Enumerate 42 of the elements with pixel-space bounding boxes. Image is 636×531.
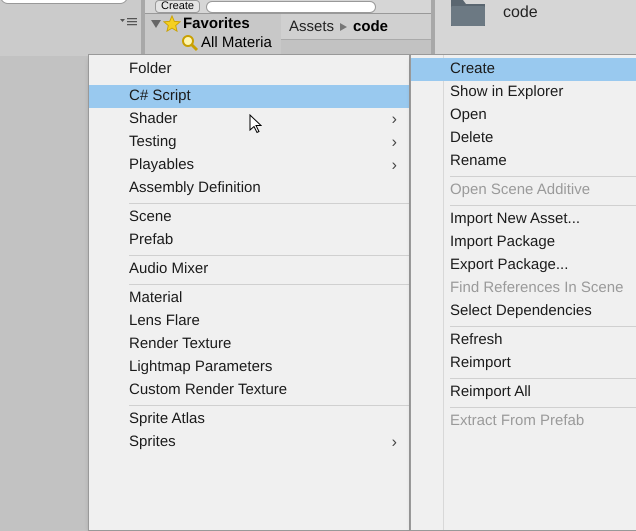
menu-item[interactable]: Folder: [89, 58, 409, 81]
star-icon: [163, 14, 181, 32]
menu-item[interactable]: Testing ›: [89, 131, 409, 154]
create-button[interactable]: Create: [155, 0, 200, 13]
menu-item[interactable]: Scene: [89, 206, 409, 229]
menu-item[interactable]: Export Package...: [411, 254, 636, 277]
menu-item[interactable]: Reimport: [411, 352, 636, 375]
breadcrumb-item[interactable]: Assets: [289, 16, 334, 38]
menu-dropdown-icon[interactable]: [120, 16, 138, 26]
menu-item[interactable]: Create: [411, 58, 636, 81]
menu-item[interactable]: Sprites ›: [89, 431, 409, 454]
menu-item[interactable]: Rename: [411, 150, 636, 173]
menu-item[interactable]: Render Texture: [89, 333, 409, 356]
menu-item[interactable]: Delete: [411, 127, 636, 150]
breadcrumb-item[interactable]: code: [353, 16, 388, 38]
menu-item[interactable]: Select Dependencies: [411, 300, 636, 323]
menu-item[interactable]: Shader ›: [89, 108, 409, 131]
menu-item[interactable]: Prefab: [89, 229, 409, 252]
menu-item[interactable]: Import Package: [411, 231, 636, 254]
expand-triangle-icon[interactable]: [151, 18, 161, 28]
menu-item[interactable]: Lightmap Parameters: [89, 356, 409, 379]
tree-item[interactable]: All Materia: [201, 34, 272, 51]
menu-item[interactable]: Audio Mixer: [89, 258, 409, 281]
menu-item[interactable]: Open: [411, 104, 636, 127]
folder-icon[interactable]: [449, 0, 487, 28]
folder-label: code: [503, 3, 538, 23]
menu-item[interactable]: Assembly Definition: [89, 177, 409, 200]
search-field[interactable]: [206, 0, 376, 12]
menu-item[interactable]: C# Script: [89, 85, 409, 108]
menu-item[interactable]: Material: [89, 287, 409, 310]
menu-item[interactable]: Import New Asset...: [411, 208, 636, 231]
menu-item[interactable]: Custom Render Texture: [89, 379, 409, 402]
menu-item[interactable]: Playables ›: [89, 154, 409, 177]
menu-item[interactable]: Refresh: [411, 329, 636, 352]
menu-item[interactable]: Show in Explorer: [411, 81, 636, 104]
menu-item[interactable]: Sprite Atlas: [89, 408, 409, 431]
menu-item[interactable]: Lens Flare: [89, 310, 409, 333]
mouse-cursor-icon: [249, 114, 262, 134]
search-icon: [181, 34, 199, 52]
menu-item[interactable]: Reimport All: [411, 381, 636, 404]
tree-item[interactable]: Favorites: [183, 15, 250, 32]
breadcrumb-arrow-icon: [340, 23, 348, 31]
